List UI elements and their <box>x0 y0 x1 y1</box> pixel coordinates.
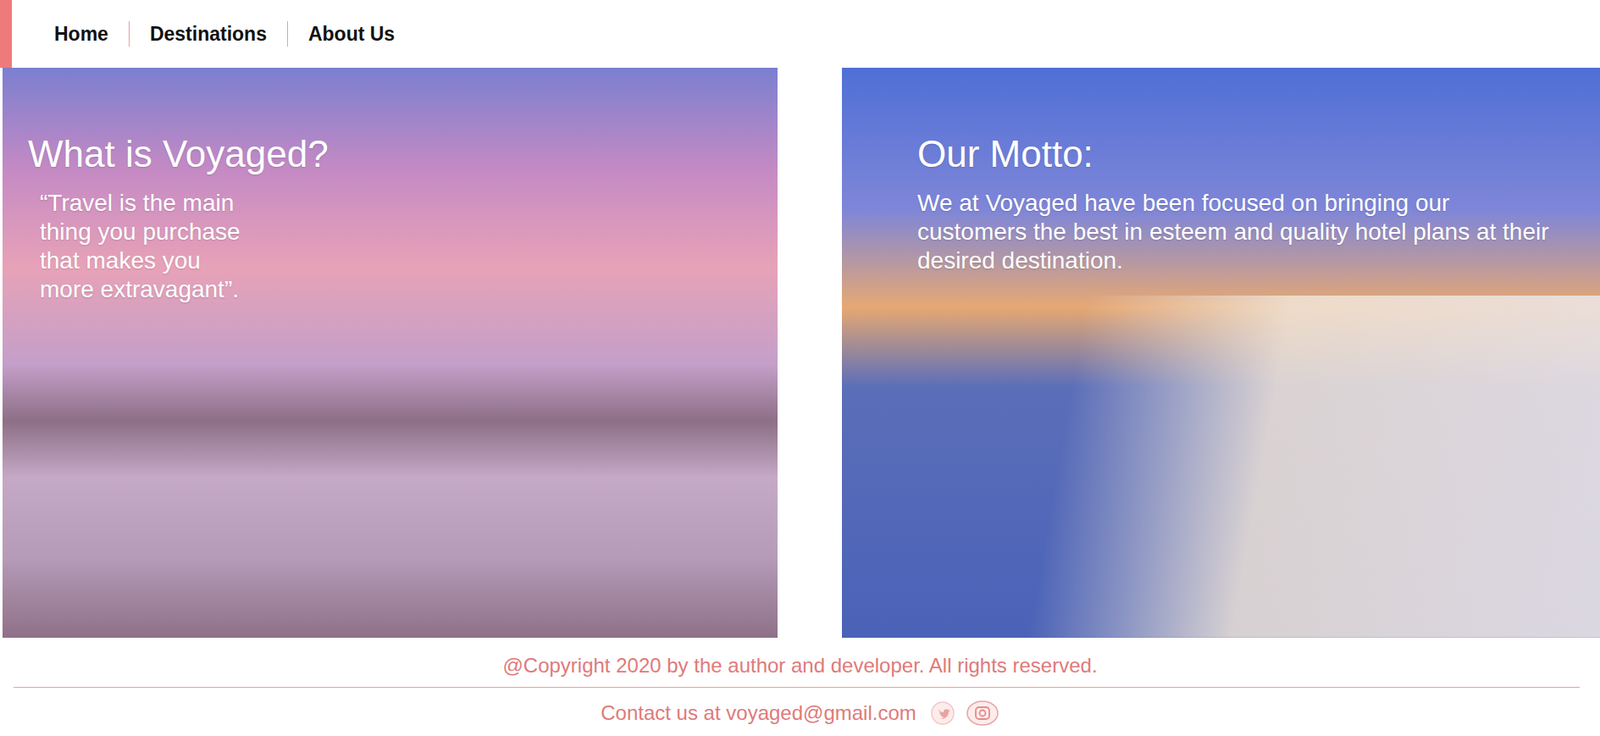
contact-row: Contact us at voyaged@gmail.com <box>600 699 1000 727</box>
nav-link[interactable]: About Us <box>308 22 395 46</box>
contact-text: Contact us at voyaged@gmail.com <box>600 700 917 726</box>
panels: What is Voyaged? “Travel is the main thin… <box>0 67 1600 638</box>
page: Home Destinations About Us What is Voyaged?… <box>0 0 1600 736</box>
copyright: @Copyright 2020 by the author and develo… <box>502 653 1097 679</box>
nav-separator <box>128 21 130 47</box>
footer: @Copyright 2020 by the author and develo… <box>0 637 1600 736</box>
nav-link[interactable]: Destinations <box>149 22 267 46</box>
panel-title: What is Voyaged? <box>27 132 761 178</box>
panel-title: Our Motto: <box>917 132 1567 178</box>
nav-bar: Home Destinations About Us <box>0 0 1600 68</box>
panel-text: We at Voyaged have been focused on bring… <box>917 188 1562 276</box>
instagram-icon[interactable] <box>965 699 1000 727</box>
footer-divider <box>13 686 1580 688</box>
twitter-icon[interactable] <box>930 700 956 726</box>
panel-text: “Travel is the main thing you purchase t… <box>39 188 248 305</box>
nav-link[interactable]: Home <box>54 22 109 46</box>
city-photo-panel: What is Voyaged? “Travel is the main thin… <box>2 67 778 638</box>
nav-separator <box>287 21 288 47</box>
island-photo-panel: Our Motto: We at Voyaged have been focuse… <box>841 67 1600 638</box>
nav-accent <box>0 0 12 68</box>
